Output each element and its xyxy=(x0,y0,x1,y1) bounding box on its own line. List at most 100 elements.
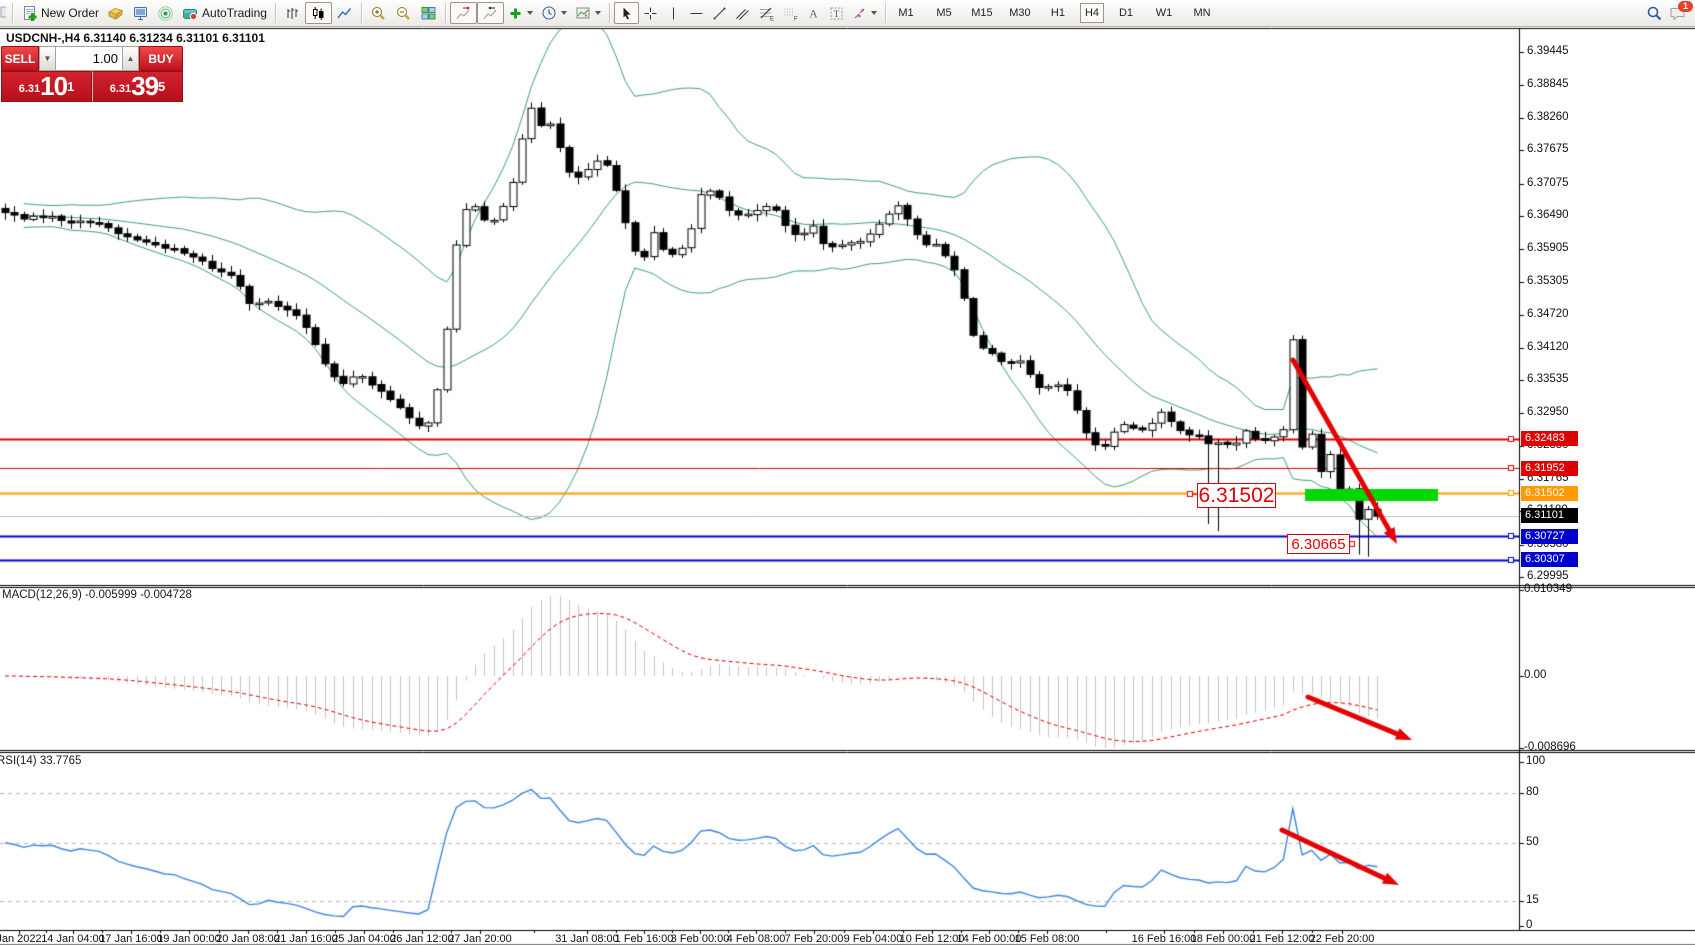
chevron-down-icon xyxy=(595,11,601,15)
buy-price-prefix: 6.31 xyxy=(110,79,131,99)
main-toolbar: New Order AutoTrading xyxy=(0,0,1695,27)
volume-input[interactable]: 1.00 xyxy=(56,46,122,71)
zoom-in-button[interactable] xyxy=(366,2,391,24)
vertical-line-tool-button[interactable] xyxy=(662,2,685,24)
auto-scroll-button[interactable] xyxy=(477,2,504,24)
svg-text:T: T xyxy=(834,9,840,19)
price-tick-label: 6.39445 xyxy=(1527,45,1569,57)
macd-tick-label: 0.00 xyxy=(1524,669,1546,681)
tab-timeframe-m15[interactable]: M15 xyxy=(966,3,998,23)
rsi-indicator-label: RSI(14) 33.7765 xyxy=(0,755,81,767)
time-tick-label: 31 Jan 08:00 xyxy=(555,933,619,945)
channel-tool-button[interactable] xyxy=(731,2,754,24)
time-tick-label: 16 Feb 16:00 xyxy=(1132,933,1197,945)
chart-bars-button[interactable] xyxy=(280,2,305,24)
time-tick-label: 20 Jan 08:00 xyxy=(216,933,280,945)
new-order-button[interactable]: New Order xyxy=(17,2,103,24)
timeframe-group: M1 M5 M15 M30 H1 H4 D1 W1 MN xyxy=(890,3,1218,23)
deposit-icon-button[interactable] xyxy=(103,2,128,24)
fibonacci-tool-button[interactable]: E xyxy=(754,2,778,24)
tile-windows-button[interactable] xyxy=(416,2,441,24)
chart-shift-button[interactable] xyxy=(450,2,477,24)
price-tag: 6.31952 xyxy=(1521,461,1578,476)
price-tag: 6.31101 xyxy=(1521,508,1578,523)
horizontal-line-tool-button[interactable] xyxy=(685,2,708,24)
tab-timeframe-m30[interactable]: M30 xyxy=(1004,3,1036,23)
price-tick-label: 6.36490 xyxy=(1527,209,1569,221)
price-tick-label: 6.35905 xyxy=(1527,242,1569,254)
price-tick-label: 6.38845 xyxy=(1527,78,1569,90)
signals-icon-button[interactable] xyxy=(153,2,178,24)
terminal-icon-button[interactable] xyxy=(128,2,153,24)
sell-price-prefix: 6.31 xyxy=(19,79,40,99)
autotrading-label: AutoTrading xyxy=(202,6,267,20)
autotrading-button[interactable]: AutoTrading xyxy=(178,2,271,24)
annotation-price-label[interactable]: 6.31502 xyxy=(1197,483,1276,508)
time-tick-label: 10 Feb 12:00 xyxy=(900,933,965,945)
time-tick-label: 7 Feb 20:00 xyxy=(785,933,844,945)
notification-badge: 1 xyxy=(1678,1,1693,12)
chart-canvas[interactable] xyxy=(0,0,1695,945)
annotation-price-label[interactable]: 6.30665 xyxy=(1287,534,1350,554)
time-tick-label: 4 Feb 08:00 xyxy=(727,933,786,945)
trendline-tool-button[interactable] xyxy=(708,2,731,24)
search-icon[interactable] xyxy=(1646,5,1663,22)
price-tick-label: 6.29995 xyxy=(1527,570,1569,582)
tab-timeframe-h4[interactable]: H4 xyxy=(1080,3,1104,23)
sell-price-big: 10 xyxy=(40,73,67,99)
text-label-tool-button[interactable]: T xyxy=(825,2,848,24)
tab-timeframe-m1[interactable]: M1 xyxy=(890,3,922,23)
chart-candles-button[interactable] xyxy=(305,2,332,24)
text-tool-button[interactable]: A xyxy=(802,2,825,24)
tab-timeframe-m5[interactable]: M5 xyxy=(928,3,960,23)
tab-timeframe-w1[interactable]: W1 xyxy=(1148,3,1180,23)
svg-text:E: E xyxy=(770,17,774,22)
notifications-button[interactable]: 1 xyxy=(1669,5,1687,22)
rsi-tick-label: 15 xyxy=(1526,894,1539,906)
period-button[interactable] xyxy=(537,2,571,24)
template-button[interactable] xyxy=(571,2,605,24)
time-tick-label: 21 Jan 16:00 xyxy=(274,933,338,945)
add-indicator-button[interactable] xyxy=(504,2,537,24)
sell-button[interactable]: SELL xyxy=(1,46,39,71)
divider xyxy=(361,3,362,23)
shapes-tool-button[interactable] xyxy=(848,2,881,24)
tab-timeframe-mn[interactable]: MN xyxy=(1186,3,1218,23)
sell-price-sup: 1 xyxy=(67,72,74,102)
divider xyxy=(275,3,276,23)
macd-tick-label: 0.010349 xyxy=(1524,583,1572,595)
divider xyxy=(445,3,446,23)
rsi-tick-label: 0 xyxy=(1526,919,1532,931)
cursor-tool-button[interactable] xyxy=(614,2,639,24)
tab-timeframe-d1[interactable]: D1 xyxy=(1110,3,1142,23)
time-tick-label: 14 Jan 04:00 xyxy=(41,933,105,945)
new-order-icon xyxy=(21,5,38,22)
tab-timeframe-h1[interactable]: H1 xyxy=(1042,3,1074,23)
time-tick-label: 9 Feb 04:00 xyxy=(844,933,903,945)
time-tick-label: Jan 2022 xyxy=(0,933,42,945)
time-tick-label: 14 Feb 00:00 xyxy=(957,933,1022,945)
chart-title: USDCNH-,H4 6.31140 6.31234 6.31101 6.311… xyxy=(6,31,265,45)
buy-price-sup: 5 xyxy=(158,72,165,102)
buy-button[interactable]: BUY xyxy=(139,46,183,71)
chevron-down-icon xyxy=(561,11,567,15)
autotrading-icon xyxy=(182,5,199,22)
chevron-down-icon xyxy=(527,11,533,15)
chart-line-button[interactable] xyxy=(332,2,357,24)
price-tick-label: 6.35305 xyxy=(1527,275,1569,287)
price-tag: 6.32483 xyxy=(1521,431,1578,446)
time-tick-label: 15 Feb 08:00 xyxy=(1015,933,1080,945)
price-tick-label: 6.34720 xyxy=(1527,308,1569,320)
macd-indicator-label: MACD(12,26,9) -0.005999 -0.004728 xyxy=(2,589,192,601)
time-tick-label: 19 Jan 00:00 xyxy=(157,933,221,945)
grid-tool-button[interactable]: F xyxy=(778,2,802,24)
price-tick-label: 6.33535 xyxy=(1527,373,1569,385)
rsi-tick-label: 50 xyxy=(1526,836,1539,848)
sell-price[interactable]: 6.31101 xyxy=(1,71,92,102)
price-tag: 6.30727 xyxy=(1521,529,1578,544)
volume-increase-button[interactable]: ▲ xyxy=(122,46,139,71)
crosshair-tool-button[interactable] xyxy=(639,2,662,24)
volume-decrease-button[interactable]: ▼ xyxy=(39,46,56,71)
zoom-out-button[interactable] xyxy=(391,2,416,24)
buy-price[interactable]: 6.31395 xyxy=(92,71,183,102)
